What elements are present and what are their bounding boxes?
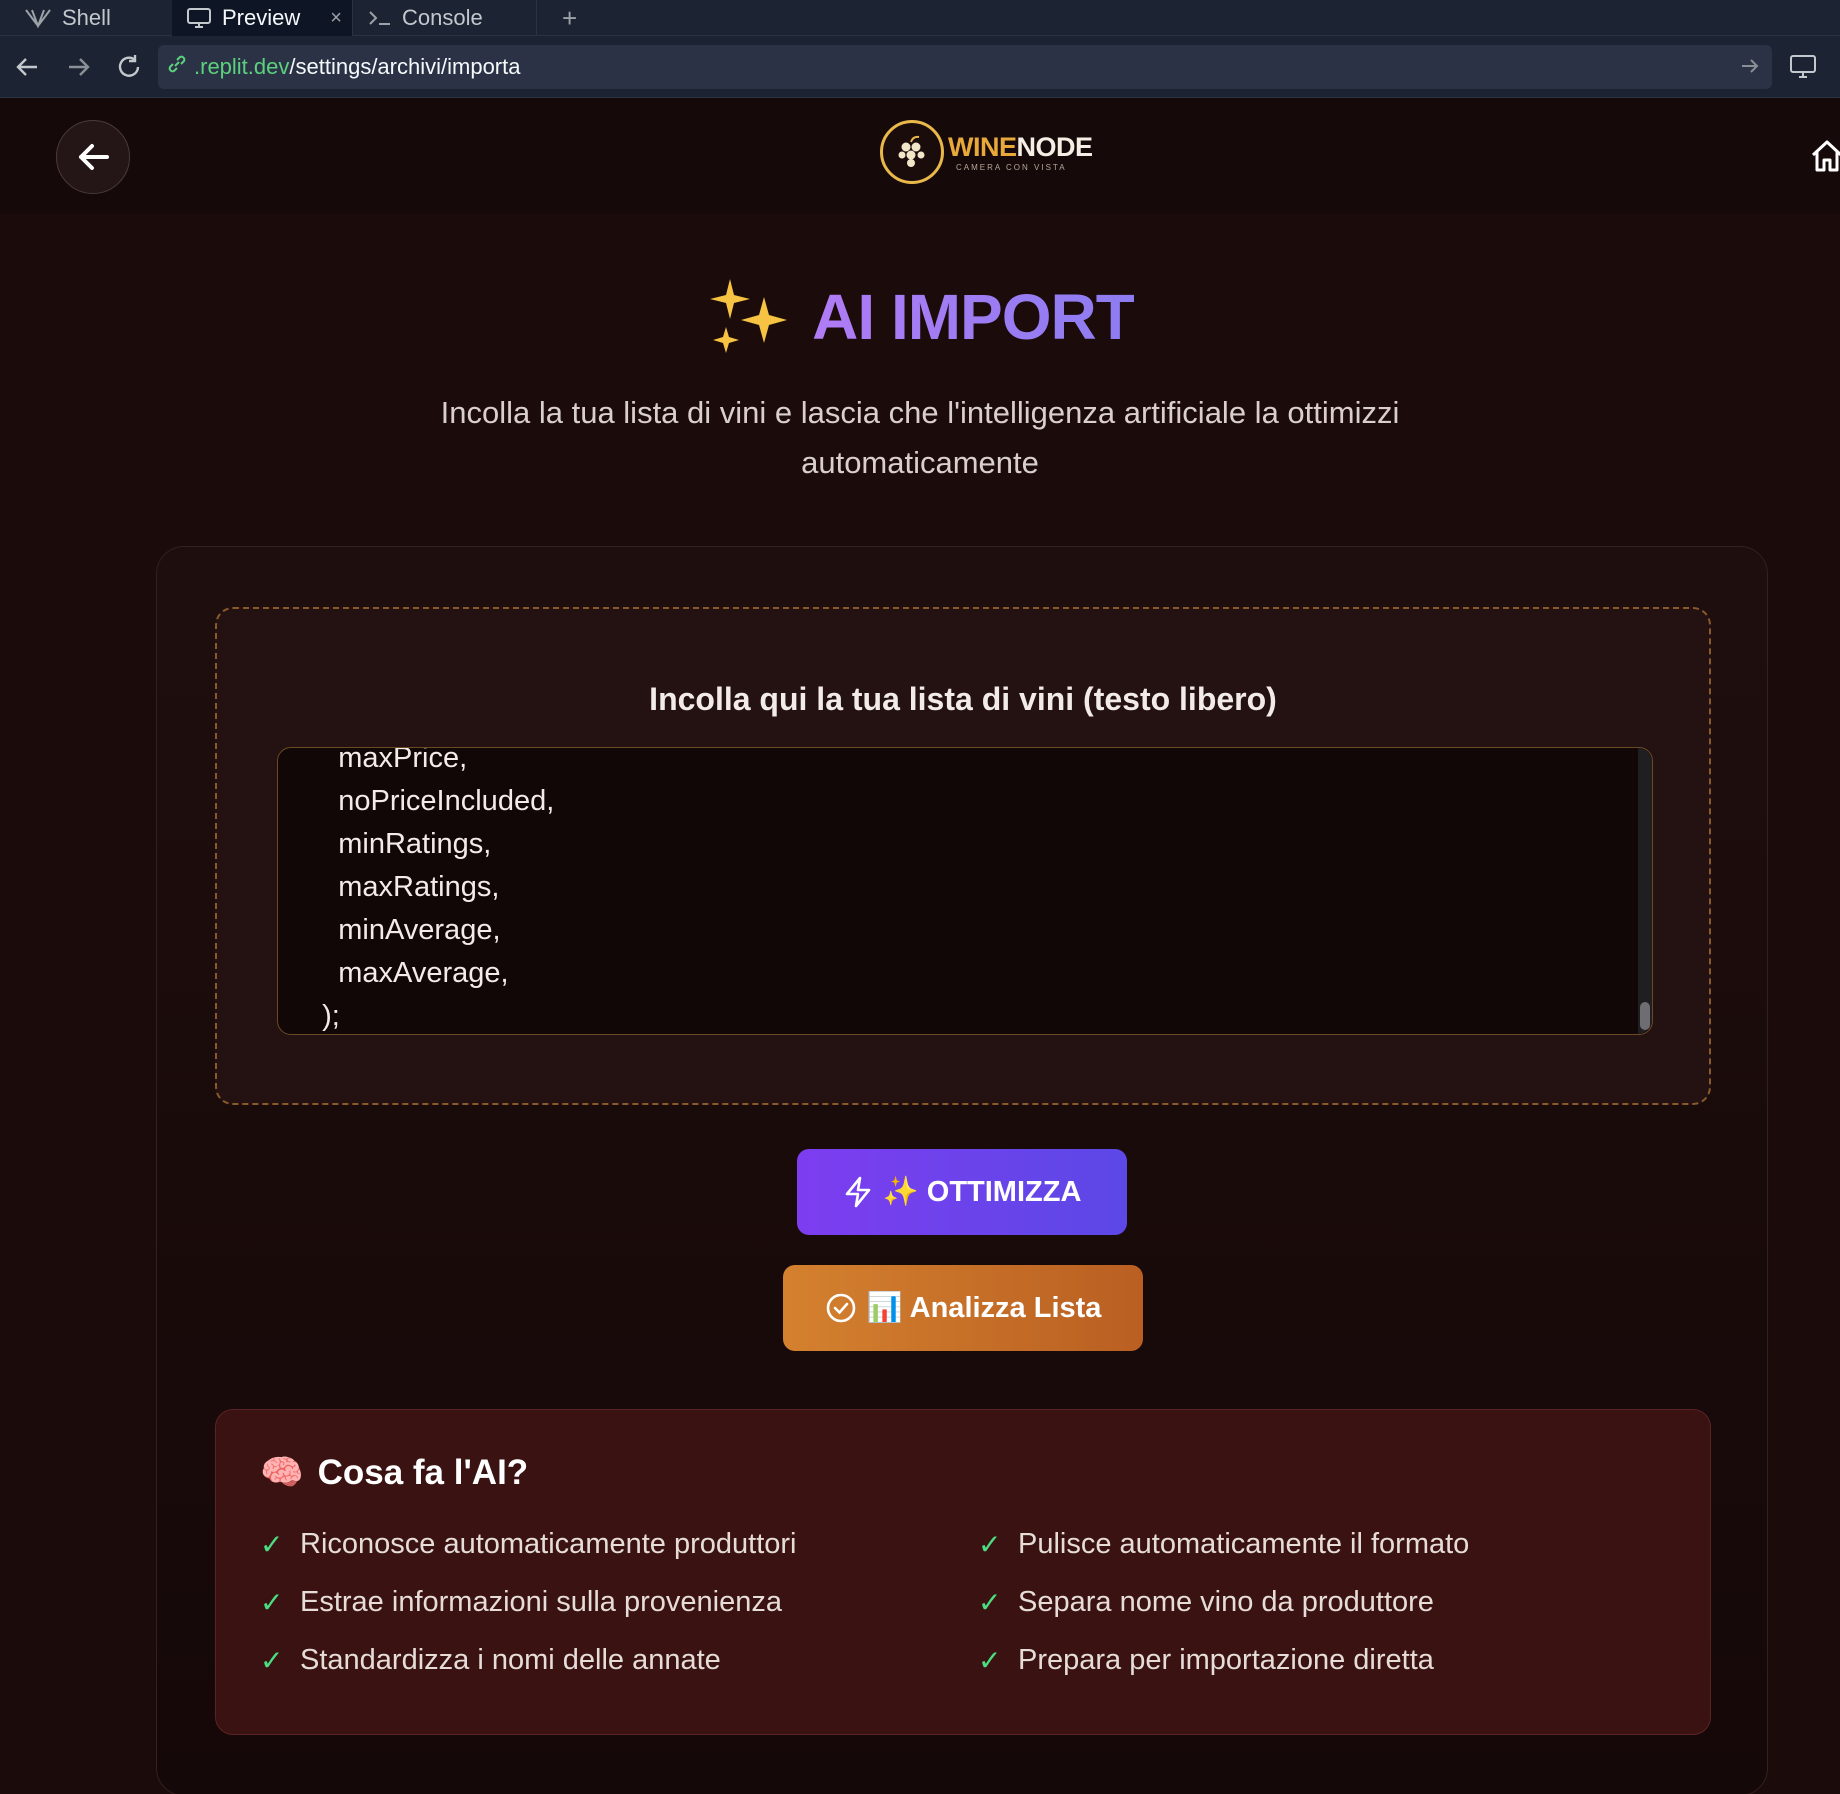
sparkles-icon xyxy=(710,279,788,353)
back-arrow-icon xyxy=(79,144,109,170)
feature-item: ✓ Estrae informazioni sulla provenienza xyxy=(260,1586,782,1619)
url-input[interactable]: .replit.dev /settings/archivi/importa xyxy=(158,45,1772,89)
ide-tab-bar: Shell Preview × Console + xyxy=(0,0,1840,36)
dropzone-title: Incolla qui la tua lista di vini (testo … xyxy=(649,681,1277,717)
scrollbar-thumb[interactable] xyxy=(1640,1002,1650,1030)
analyze-list-button[interactable]: 📊 Analizza Lista xyxy=(783,1265,1143,1351)
textarea-scrollbar[interactable] xyxy=(1638,748,1652,1034)
link-icon xyxy=(166,53,188,81)
feature-label: Separa nome vino da produttore xyxy=(1018,1586,1434,1618)
textarea-line: maxPrice, xyxy=(306,747,468,774)
feature-item: ✓ Riconosce automaticamente produttori xyxy=(260,1528,796,1561)
back-button[interactable] xyxy=(56,120,130,194)
devtools-monitor-icon[interactable] xyxy=(1786,50,1820,84)
ai-features-title: 🧠 Cosa fa l'AI? xyxy=(260,1452,528,1493)
textarea-line: noPriceIncluded, xyxy=(306,785,555,817)
textarea-line: minRatings, xyxy=(306,828,492,860)
check-icon: ✓ xyxy=(978,1529,1002,1560)
textarea-line: maxAverage, xyxy=(306,957,509,989)
go-arrow-icon[interactable] xyxy=(1740,56,1760,82)
check-icon: ✓ xyxy=(260,1645,284,1676)
page-title: AI IMPORT xyxy=(0,272,1840,362)
reload-icon[interactable] xyxy=(112,50,146,84)
feature-item: ✓ Pulisce automaticamente il formato xyxy=(978,1528,1469,1561)
feature-label: Prepara per importazione diretta xyxy=(1018,1644,1434,1676)
feature-item: ✓ Prepara per importazione diretta xyxy=(978,1644,1434,1677)
back-arrow-icon[interactable] xyxy=(10,50,44,84)
optimize-button-label: ✨ OTTIMIZZA xyxy=(882,1176,1082,1208)
tab-divider xyxy=(536,0,537,36)
paste-dropzone: Incolla qui la tua lista di vini (testo … xyxy=(215,607,1711,1105)
tab-divider xyxy=(352,0,353,36)
tab-label: Preview xyxy=(222,5,301,30)
wine-list-textarea[interactable]: maxPrice, noPriceIncluded, minRatings, m… xyxy=(277,747,1653,1035)
tab-shell[interactable]: Shell xyxy=(10,0,125,36)
brain-icon: 🧠 xyxy=(260,1453,304,1492)
textarea-line: ); xyxy=(306,1000,340,1032)
check-circle-icon xyxy=(826,1293,855,1323)
tab-label: Console xyxy=(402,5,483,30)
page-title-text: AI IMPORT xyxy=(812,281,1135,353)
ai-features-box: 🧠 Cosa fa l'AI? ✓ Riconosce automaticame… xyxy=(215,1409,1711,1735)
logo-word-wine: WINE xyxy=(948,132,1017,162)
add-tab-button[interactable]: + xyxy=(548,0,591,36)
winenode-logo: WINENODE CAMERA CON VISTA xyxy=(880,120,1093,184)
feature-label: Pulisce automaticamente il formato xyxy=(1018,1528,1470,1560)
textarea-line: minAverage, xyxy=(306,914,501,946)
check-icon: ✓ xyxy=(978,1587,1002,1618)
tab-preview[interactable]: Preview × xyxy=(172,0,352,36)
check-icon: ✓ xyxy=(978,1645,1002,1676)
import-card: Incolla qui la tua lista di vini (testo … xyxy=(156,546,1768,1794)
ai-features-heading: Cosa fa l'AI? xyxy=(317,1452,529,1492)
tab-label: Shell xyxy=(62,5,111,30)
terminal-icon xyxy=(368,9,392,27)
home-icon[interactable] xyxy=(1810,138,1840,179)
feature-label: Riconosce automaticamente produttori xyxy=(300,1528,797,1560)
url-path: /settings/archivi/importa xyxy=(289,54,521,79)
feature-item: ✓ Standardizza i nomi delle annate xyxy=(260,1644,721,1677)
feature-item: ✓ Separa nome vino da produttore xyxy=(978,1586,1434,1619)
feature-label: Estrae informazioni sulla provenienza xyxy=(300,1586,782,1618)
shell-icon xyxy=(24,8,52,28)
tab-console[interactable]: Console xyxy=(354,0,497,36)
forward-arrow-icon[interactable] xyxy=(62,50,96,84)
check-icon: ✓ xyxy=(260,1587,284,1618)
analyze-button-label: 📊 Analizza Lista xyxy=(866,1292,1102,1324)
logo-subtitle: CAMERA CON VISTA xyxy=(956,163,1067,172)
textarea-line: maxRatings, xyxy=(306,871,500,903)
app-header: WINENODE CAMERA CON VISTA xyxy=(0,98,1840,214)
grape-icon xyxy=(880,120,944,184)
check-icon: ✓ xyxy=(260,1529,284,1560)
preview-url-bar: .replit.dev /settings/archivi/importa xyxy=(0,36,1840,98)
url-host: .replit.dev xyxy=(194,54,290,79)
logo-word-node: NODE xyxy=(1016,132,1094,162)
close-icon[interactable]: × xyxy=(330,7,342,30)
monitor-icon xyxy=(186,7,212,29)
lightning-icon xyxy=(845,1176,870,1208)
optimize-button[interactable]: ✨ OTTIMIZZA xyxy=(797,1149,1127,1235)
feature-label: Standardizza i nomi delle annate xyxy=(300,1644,721,1676)
page-subtitle: Incolla la tua lista di vini e lascia ch… xyxy=(440,395,1400,480)
